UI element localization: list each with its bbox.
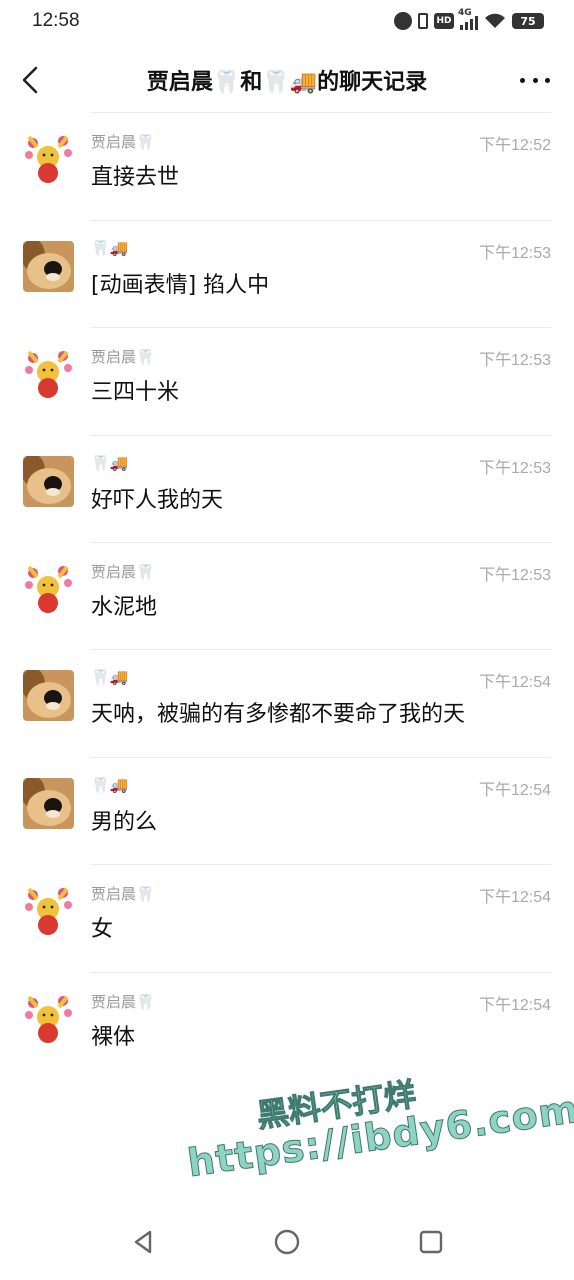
status-icons: HD 4G 75 — [394, 8, 544, 30]
message-text: 天呐，被骗的有多惨都不要命了我的天 — [91, 702, 466, 728]
chat-title: 贾启晨🦷和🦷🚚的聊天记录 — [146, 70, 428, 95]
message-sender: 🦷🚚 — [91, 238, 129, 257]
pooh-avatar[interactable] — [23, 348, 74, 400]
message-text: 男的么 — [91, 809, 158, 835]
message-row[interactable]: 🦷🚚 下午12:54 男的么 — [0, 758, 574, 866]
message-sender: 贾启晨🦷 — [91, 992, 155, 1011]
message-time: 下午12:52 — [478, 137, 551, 155]
message-row[interactable]: 贾启晨🦷 下午12:54 裸体 — [0, 973, 574, 1080]
message-sender: 贾启晨🦷 — [91, 133, 155, 152]
dog-avatar[interactable] — [23, 240, 74, 292]
message-row[interactable]: 贾启晨🦷 下午12:52 直接去世 — [0, 113, 574, 221]
message-row[interactable]: 🦷🚚 下午12:53 好吓人我的天 — [0, 436, 574, 543]
message-sender: 贾启晨🦷 — [91, 885, 155, 904]
more-button[interactable] — [520, 68, 550, 92]
message-time: 下午12:54 — [478, 674, 551, 692]
recents-square-icon — [419, 1230, 443, 1254]
message-sender: 贾启晨🦷 — [91, 562, 155, 581]
status-time: 12:58 — [32, 10, 80, 31]
title-bar: 贾启晨🦷和🦷🚚的聊天记录 — [0, 50, 574, 110]
nav-recents-button[interactable] — [417, 1228, 445, 1256]
message-list-inner: 🦷🚚下午12:52我的天，他跳下来的时候救援到了么贾启晨🦷下午12:52直接去世… — [0, 110, 574, 1080]
message-text: 水泥地 — [91, 594, 158, 620]
message-time: 下午12:53 — [478, 352, 551, 370]
message-text: 直接去世 — [91, 165, 180, 191]
message-text: 裸体 — [91, 1024, 136, 1050]
pooh-avatar[interactable] — [23, 133, 74, 185]
message-time: 下午12:54 — [478, 781, 551, 799]
nav-back-button[interactable] — [130, 1228, 158, 1256]
message-time: 下午12:53 — [478, 244, 551, 262]
message-text: 三四十米 — [91, 380, 180, 406]
status-bar: 12:58 HD 4G 75 — [0, 0, 574, 44]
more-dots-icon — [520, 77, 525, 83]
alarm-icon — [394, 12, 412, 30]
message-time: 下午12:54 — [478, 889, 551, 907]
network-type: 4G — [458, 8, 472, 18]
pooh-avatar[interactable] — [23, 992, 74, 1044]
message-sender: 🦷🚚 — [91, 453, 129, 472]
dog-avatar[interactable] — [23, 670, 74, 722]
home-circle-icon — [274, 1229, 300, 1255]
message-list[interactable]: 🦷🚚下午12:52我的天，他跳下来的时候救援到了么贾启晨🦷下午12:52直接去世… — [0, 110, 574, 1200]
dog-avatar[interactable] — [23, 777, 74, 829]
message-time: 下午12:53 — [478, 459, 551, 477]
vibrate-icon — [418, 13, 428, 29]
wifi-icon — [484, 13, 506, 29]
hd-icon: HD — [434, 13, 454, 29]
nav-home-button[interactable] — [273, 1228, 301, 1256]
message-text: 女 — [91, 917, 114, 943]
signal-icon: 4G — [458, 8, 478, 30]
message-row[interactable]: 贾启晨🦷 下午12:53 水泥地 — [0, 543, 574, 651]
back-button[interactable] — [16, 62, 48, 98]
message-row[interactable]: 🦷🚚 下午12:54 天呐，被骗的有多惨都不要命了我的天 — [0, 650, 574, 758]
message-text: [动画表情] 掐人中 — [91, 272, 270, 298]
message-row[interactable]: 贾启晨🦷 下午12:54 女 — [0, 865, 574, 973]
pooh-avatar[interactable] — [23, 562, 74, 614]
message-row[interactable]: 贾启晨🦷 下午12:53 三四十米 — [0, 328, 574, 436]
message-sender: 🦷🚚 — [91, 668, 129, 687]
message-sender: 贾启晨🦷 — [91, 348, 155, 367]
message-text: 好吓人我的天 — [91, 487, 224, 513]
pooh-avatar[interactable] — [23, 885, 74, 937]
chevron-left-icon — [22, 66, 38, 94]
message-sender: 🦷🚚 — [91, 775, 129, 794]
system-nav-bar — [0, 1200, 574, 1280]
message-row[interactable]: 🦷🚚 下午12:53 [动画表情] 掐人中 — [0, 221, 574, 329]
back-triangle-icon — [134, 1230, 152, 1254]
message-time: 下午12:53 — [478, 566, 551, 584]
dog-avatar[interactable] — [23, 455, 74, 507]
battery-icon: 75 — [512, 13, 544, 29]
message-time: 下午12:54 — [478, 996, 551, 1014]
